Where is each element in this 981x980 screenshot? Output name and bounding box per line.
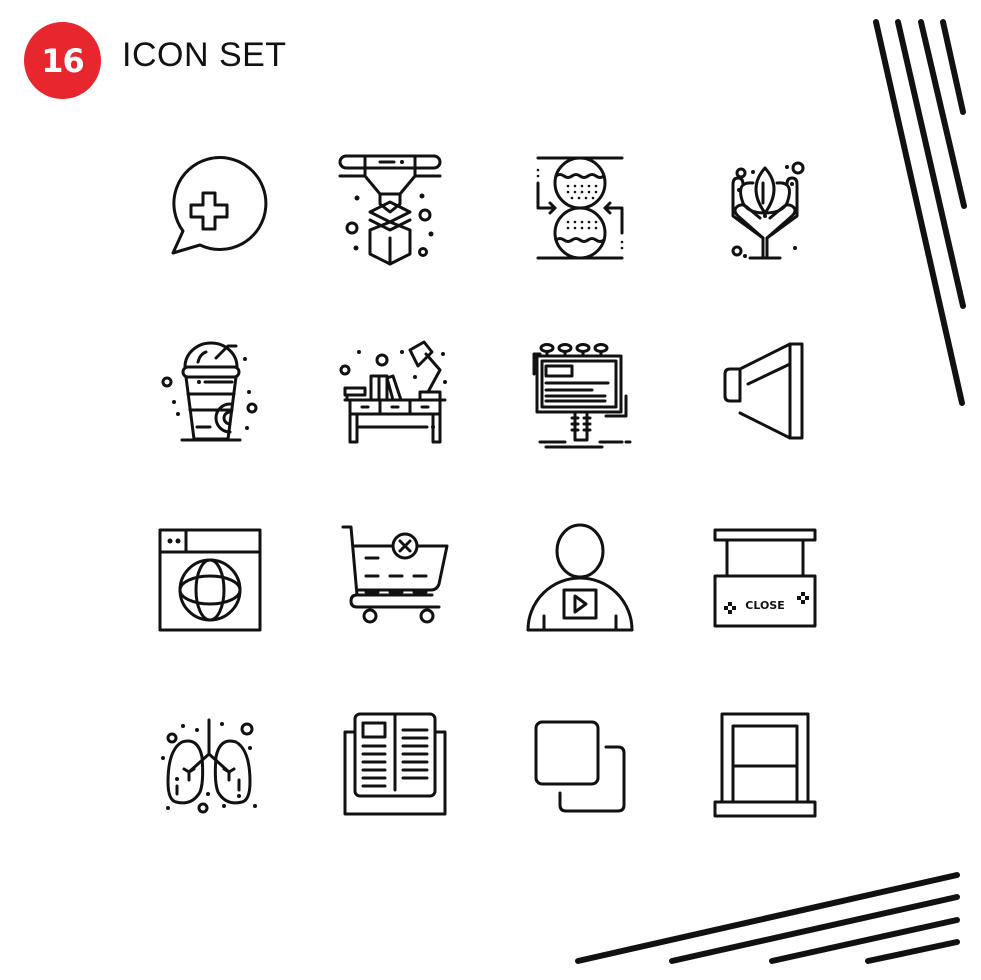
close-sign-label: CLOSE <box>745 599 784 612</box>
close-sign-icon[interactable]: CLOSE <box>705 518 825 638</box>
3d-printer-icon[interactable] <box>330 148 450 268</box>
frappe-cup-icon[interactable] <box>150 332 270 452</box>
badge-number: 16 <box>41 41 85 80</box>
chat-add-icon[interactable] <box>150 148 270 268</box>
browser-globe-icon[interactable] <box>150 518 270 638</box>
user-video-icon[interactable] <box>520 518 640 638</box>
desk-lamp-books-icon[interactable] <box>335 332 455 452</box>
hands-lotus-icon[interactable] <box>705 148 825 268</box>
billboard-icon[interactable] <box>520 332 640 452</box>
decorative-strokes-bottom-right <box>575 872 960 964</box>
window-icon[interactable] <box>705 702 825 822</box>
decorative-strokes-top-right <box>873 19 967 406</box>
lungs-icon[interactable] <box>150 702 270 822</box>
page-title: ICON SET <box>122 36 287 74</box>
rollers-exchange-icon[interactable] <box>520 148 640 268</box>
megaphone-horn-icon[interactable] <box>710 332 830 452</box>
cart-remove-icon[interactable] <box>335 518 455 638</box>
icon-count-badge: 16 <box>24 22 101 99</box>
copy-squares-icon[interactable] <box>520 702 640 822</box>
open-book-icon[interactable] <box>335 702 455 822</box>
